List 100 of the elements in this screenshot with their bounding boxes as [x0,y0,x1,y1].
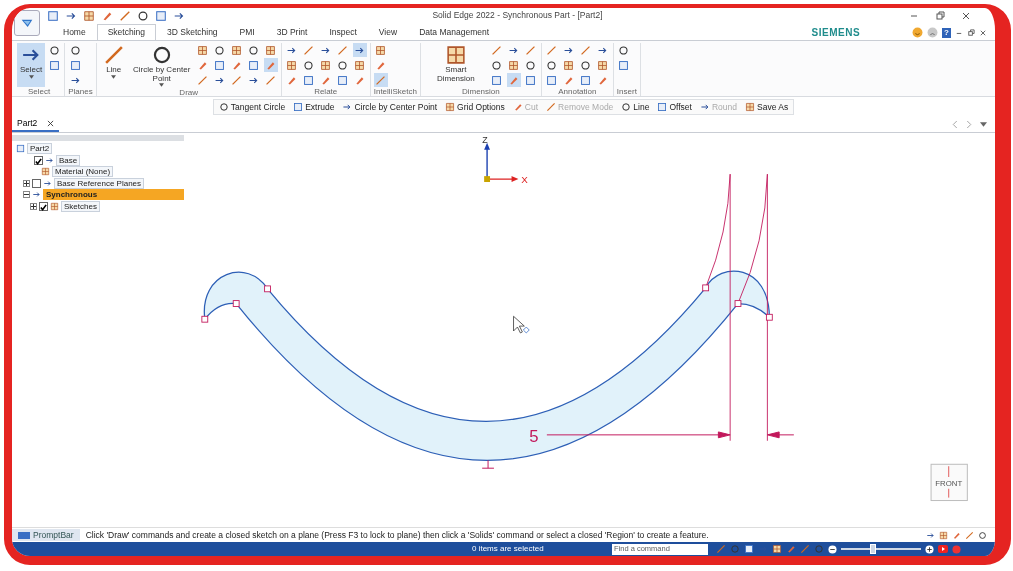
command-button[interactable]: Grid Options [444,100,506,114]
line-icon [303,44,315,56]
document-tab[interactable]: Part2 [12,117,60,132]
line-icon [525,44,537,56]
expander-icon[interactable] [23,191,30,198]
tool-button[interactable] [578,58,593,72]
previous-icon [952,121,958,128]
ribbon-button[interactable]: Circle by Center Point [129,43,194,88]
arrow-icon [45,155,54,165]
arrow-icon [43,178,52,188]
keypoint-marker[interactable] [232,300,240,307]
next-icon [966,121,972,128]
keypoint-marker[interactable] [201,315,209,323]
arrow-icon [926,530,935,540]
ribbon-tab[interactable]: 3D Sketching [156,24,229,40]
ribbon-button[interactable]: Line [99,43,128,88]
arrow-icon [32,190,41,199]
expander-icon[interactable] [23,179,30,187]
sketch-profile[interactable] [203,270,770,461]
tree-item[interactable]: Part2 [27,143,53,154]
arrow-icon [699,102,710,112]
checkbox[interactable] [32,178,41,188]
expander-icon[interactable] [30,202,37,210]
command-button[interactable]: Save As [744,100,790,114]
square-icon [337,74,349,86]
square-icon [47,9,59,22]
grid-icon [286,59,298,71]
circle-icon [337,59,349,71]
square-icon [491,74,503,86]
grid-icon [563,59,575,71]
pencil-icon [512,102,523,112]
tree-item[interactable]: Base [56,154,81,166]
record-icon [952,544,961,554]
zoom-out-icon [828,544,837,554]
line-icon [546,102,557,112]
square-icon [69,59,81,71]
ribbon-tab[interactable]: Inspect [318,24,368,40]
ribbon-tab[interactable]: Home [52,24,97,40]
dimension-line[interactable] [546,431,795,439]
view-cube-label: FRONT [935,478,963,488]
tool-button[interactable] [489,58,504,72]
circle-icon [218,102,229,112]
line-icon [546,44,558,56]
prompt-message: Click 'Draw' commands and create a closed sketch on a plane (Press F3 to lock to plane) then click a 'Solids' command or select a closed 'Region' to create a feature. [85,528,710,542]
line-icon [965,530,974,540]
ribbon-tab[interactable]: Sketching [96,24,157,40]
tool-button[interactable] [68,43,83,57]
tree-item[interactable]: Material (None) [52,166,114,177]
prompt-bar-label: PromptBar [33,528,74,542]
square-icon [546,74,558,86]
square-icon [525,74,537,86]
axis-label: X [521,174,528,185]
line-icon [119,9,131,22]
tool-button[interactable] [352,43,367,57]
help-button[interactable]: ? [942,27,951,38]
frown-icon [927,27,939,38]
line-icon [716,544,726,554]
ribbon-tab[interactable]: View [367,24,409,40]
tool-button[interactable] [301,58,316,72]
dimension-value[interactable]: 5 [529,426,539,446]
tool-button[interactable] [544,58,559,72]
checkbox[interactable] [34,155,43,165]
command-button[interactable]: Extrude [292,100,336,114]
ribbon-button[interactable]: Select [17,43,46,87]
ribbon-tab[interactable]: PMI [228,24,266,40]
group-label: Annotation [557,87,598,96]
tree-item[interactable]: Base Reference Planes [54,177,145,189]
application-button[interactable] [14,10,40,36]
checkbox[interactable] [39,201,48,211]
square-icon [657,102,668,112]
ribbon-tab[interactable]: Data Management [408,24,501,40]
zoom-slider[interactable] [870,544,876,554]
group-label: Dimension [460,87,501,96]
command-button[interactable]: Circle by Center Point [341,100,439,114]
tool-button[interactable] [47,43,62,57]
tree-item[interactable]: Sketches [61,200,100,212]
ribbon-tab[interactable]: 3D Print [265,24,319,40]
tool-button[interactable] [523,58,538,72]
tool-button[interactable] [616,43,631,57]
command-button[interactable]: Line [620,100,651,114]
grid-icon [83,9,95,22]
keypoint-marker[interactable] [734,300,742,307]
command-button[interactable]: Offset [656,100,693,114]
cursor-icon [513,315,530,334]
circle-icon [621,102,632,112]
axis-label: Z [482,134,488,145]
command-button[interactable]: Tangent Circle [217,100,287,114]
tool-button[interactable] [246,43,261,57]
square-icon [16,144,25,153]
keypoint-marker[interactable] [702,284,710,292]
tool-button[interactable] [212,43,227,57]
ribbon-button[interactable]: Smart Dimension [423,43,488,87]
keypoint-marker[interactable] [264,285,271,293]
view-cube[interactable] [930,463,968,502]
circle-icon [303,59,315,71]
tool-button[interactable] [335,58,350,72]
coordinate-axes [484,142,519,182]
keypoint-marker[interactable] [765,313,773,321]
circle-icon [69,44,81,56]
tree-item[interactable]: Synchronous [43,189,184,200]
